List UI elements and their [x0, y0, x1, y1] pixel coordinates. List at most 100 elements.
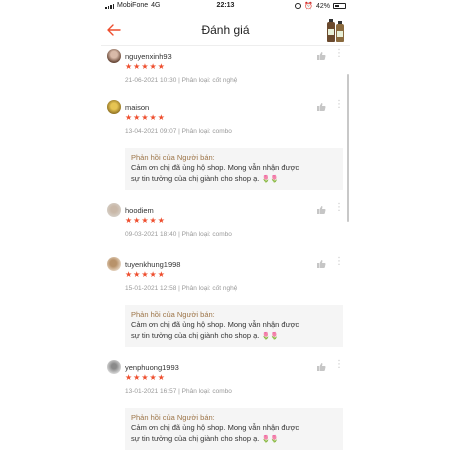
thumbs-up-icon[interactable] — [316, 51, 326, 61]
star-icon: ★ — [149, 373, 157, 382]
review-date: 13-01-2021 16:57 — [125, 388, 177, 395]
review-username[interactable]: tuyenkhung1998 — [125, 260, 180, 269]
star-icon: ★ — [141, 216, 149, 225]
more-vertical-icon[interactable]: ⋮ — [334, 49, 344, 62]
reply-line: sự tin tưởng của chị giành cho shop ạ. — [131, 330, 260, 340]
thumbs-up-icon[interactable] — [316, 259, 326, 269]
rating-stars: ★ ★ ★ ★ ★ — [125, 374, 165, 382]
review-username[interactable]: hoodiem — [125, 206, 154, 215]
review-user[interactable]: tuyenkhung1998 — [107, 257, 180, 271]
review-meta: 15-01-2021 12:58 | Phân loại: cốt nghệ — [125, 285, 237, 292]
review-username[interactable]: nguyenxinh93 — [125, 52, 172, 61]
product-thumbnail[interactable] — [325, 18, 345, 42]
star-icon: ★ — [157, 216, 165, 225]
star-icon: ★ — [125, 62, 133, 71]
tulip-icon: 🌷 — [270, 332, 279, 340]
review-user[interactable]: hoodiem — [107, 203, 154, 217]
review-user[interactable]: maison — [107, 100, 149, 114]
bottle-image — [326, 19, 335, 42]
rating-stars: ★ ★ ★ ★ ★ — [125, 217, 165, 225]
scrollbar[interactable] — [347, 74, 349, 222]
reply-line-row: sự tin tưởng của chị giành cho shop ạ. 🌷… — [131, 434, 337, 446]
review-variant: Phân loại: combo — [181, 128, 232, 135]
meta-separator: | — [178, 231, 180, 238]
thumbs-up-icon[interactable] — [316, 362, 326, 372]
star-icon: ★ — [133, 216, 141, 225]
star-icon: ★ — [133, 270, 141, 279]
rating-stars: ★ ★ ★ ★ ★ — [125, 271, 165, 279]
avatar[interactable] — [107, 100, 121, 114]
star-icon: ★ — [133, 373, 141, 382]
star-icon: ★ — [141, 373, 149, 382]
rotation-lock-icon — [295, 3, 302, 9]
avatar[interactable] — [107, 360, 121, 374]
star-icon: ★ — [149, 62, 157, 71]
review-variant: Phân loại: cốt nghệ — [181, 77, 238, 84]
star-icon: ★ — [141, 62, 149, 71]
star-icon: ★ — [157, 113, 165, 122]
tulip-icon: 🌷 — [261, 332, 271, 340]
reply-title: Phản hồi của Người bán: — [131, 413, 215, 422]
review-user[interactable]: nguyenxinh93 — [107, 49, 172, 63]
star-icon: ★ — [141, 113, 149, 122]
review-variant: Phân loại: combo — [181, 388, 232, 395]
star-icon: ★ — [149, 113, 157, 122]
meta-separator: | — [178, 285, 180, 292]
reply-title: Phản hồi của Người bán: — [131, 153, 215, 162]
reply-title: Phản hồi của Người bán: — [131, 310, 215, 319]
more-vertical-icon[interactable]: ⋮ — [334, 257, 344, 270]
review-meta: 13-04-2021 09:07 | Phân loại: combo — [125, 128, 232, 135]
status-bar: MobiFone 4G 22:13 ⏰ 42% — [101, 0, 350, 13]
avatar[interactable] — [107, 49, 121, 63]
star-icon: ★ — [157, 270, 165, 279]
review-variant: Phân loại: cốt nghệ — [181, 285, 238, 292]
review-meta: 09-03-2021 18:40 | Phân loại: combo — [125, 231, 232, 238]
review-date: 13-04-2021 09:07 — [125, 128, 177, 135]
rating-stars: ★ ★ ★ ★ ★ — [125, 63, 165, 71]
reply-line: Cảm ơn chị đã ủng hộ shop. Mong vẫn nhận… — [131, 320, 300, 329]
reply-line: Cảm ơn chị đã ủng hộ shop. Mong vẫn nhận… — [131, 163, 300, 172]
status-right: ⏰ 42% — [295, 2, 346, 10]
page-title: Đánh giá — [201, 23, 250, 37]
reply-line-row: sự tin tưởng của chị giành cho shop ạ. 🌷… — [131, 331, 337, 343]
review-meta: 21-06-2021 10:30 | Phân loại: cốt nghệ — [125, 77, 237, 84]
avatar[interactable] — [107, 257, 121, 271]
thumbs-up-icon[interactable] — [316, 205, 326, 215]
avatar[interactable] — [107, 203, 121, 217]
meta-separator: | — [178, 77, 180, 84]
tulip-icon: 🌷 — [270, 175, 279, 183]
star-icon: ★ — [157, 373, 165, 382]
review-date: 15-01-2021 12:58 — [125, 285, 177, 292]
more-vertical-icon[interactable]: ⋮ — [334, 360, 344, 373]
review-variant: Phân loại: combo — [181, 231, 232, 238]
reply-line: sự tin tưởng của chị giành cho shop ạ. — [131, 173, 260, 183]
star-icon: ★ — [141, 270, 149, 279]
review-date: 21-06-2021 10:30 — [125, 77, 177, 84]
review-date: 09-03-2021 18:40 — [125, 231, 177, 238]
star-icon: ★ — [133, 62, 141, 71]
thumbs-up-icon[interactable] — [316, 102, 326, 112]
alarm-icon: ⏰ — [304, 3, 313, 10]
star-icon: ★ — [125, 270, 133, 279]
star-icon: ★ — [157, 62, 165, 71]
header-bar: Đánh giá — [101, 14, 350, 46]
meta-separator: | — [178, 128, 180, 135]
bottle-image — [335, 21, 344, 42]
reply-line: sự tin tưởng của chị giành cho shop ạ. — [131, 433, 260, 443]
seller-reply: Phản hồi của Người bán: Cảm ơn chị đã ủn… — [125, 148, 343, 190]
tulip-icon: 🌷 — [261, 175, 271, 183]
star-icon: ★ — [149, 270, 157, 279]
tulip-icon: 🌷 — [261, 435, 271, 443]
review-username[interactable]: yenphuong1993 — [125, 363, 179, 372]
star-icon: ★ — [125, 113, 133, 122]
battery-percent: 42% — [315, 2, 330, 10]
review-username[interactable]: maison — [125, 103, 149, 112]
star-icon: ★ — [125, 373, 133, 382]
reply-line: Cảm ơn chị đã ủng hộ shop. Mong vẫn nhận… — [131, 423, 300, 432]
seller-reply: Phản hồi của Người bán: Cảm ơn chị đã ủn… — [125, 305, 343, 347]
star-icon: ★ — [133, 113, 141, 122]
review-user[interactable]: yenphuong1993 — [107, 360, 179, 374]
more-vertical-icon[interactable]: ⋮ — [334, 203, 344, 216]
battery-icon — [333, 3, 346, 9]
more-vertical-icon[interactable]: ⋮ — [334, 100, 344, 113]
